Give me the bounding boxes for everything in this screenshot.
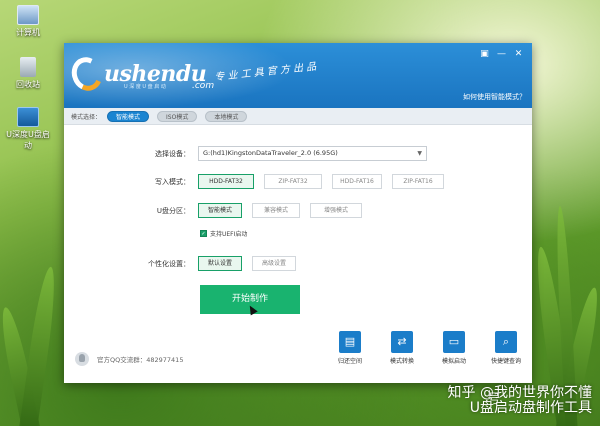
watermark-line1: 知乎 @我的世界你不懂	[447, 385, 592, 401]
write-mode-label: 写入模式：	[155, 177, 190, 186]
logo-com: .com	[192, 81, 215, 91]
qq-icon	[75, 352, 89, 366]
write-mode-row: 写入模式： HDD-FAT32 ZIP-FAT32 HDD-FAT16 ZIP-…	[108, 174, 454, 189]
watermark: 知乎 @我的世界你不懂 U盘启动盘制作工具 号	[448, 386, 592, 416]
storage-icon: ▤	[339, 331, 361, 353]
device-row: 选择设备： G:(hd1)KingstonDataTraveler_2.0 (6…	[108, 146, 427, 161]
convert-icon: ⇄	[391, 331, 413, 353]
tool-label: 快捷键查询	[490, 358, 521, 365]
qq-group: 官方QQ交流群：482977415	[75, 352, 183, 366]
usb-boot-icon	[17, 107, 39, 127]
tool-label: 模式转换	[389, 358, 414, 365]
desktop-icon-label: U深度U盘启动	[6, 130, 50, 150]
app-window: ushendu U 深 度 U 盘 启 动 .com 专 业 工 具 官 方 出…	[64, 43, 532, 383]
tool-label: 模拟启动	[441, 358, 466, 365]
minimize-icon[interactable]: —	[496, 49, 507, 59]
tab-iso-mode[interactable]: ISO模式	[157, 110, 198, 122]
partition-enhanced[interactable]: 增强模式	[310, 203, 362, 218]
qq-text: 官方QQ交流群：482977415	[97, 356, 184, 364]
write-mode-hdd-fat16[interactable]: HDD-FAT16	[332, 174, 382, 189]
mode-bar: 模式选择： 智能模式 ISO模式 本地模式	[64, 108, 532, 125]
window-footer: 官方QQ交流群：482977415 ▤ 归还空间 ⇄ 模式转换 ▭ 模拟启动 ⌕…	[64, 331, 532, 383]
computer-icon	[17, 5, 39, 25]
tool-hotkey-query[interactable]: ⌕ 快捷键查询	[480, 331, 532, 365]
logo-subtitle: U 深 度 U 盘 启 动	[124, 84, 166, 90]
tool-restore-space[interactable]: ▤ 归还空间	[324, 331, 376, 365]
logo-swoosh-icon	[67, 52, 107, 96]
close-icon[interactable]: ✕	[513, 49, 524, 59]
slogan: 专 业 工 具 官 方 出 品	[213, 61, 317, 84]
write-mode-zip-fat16[interactable]: ZIP-FAT16	[392, 174, 444, 189]
partition-label: U盘分区：	[156, 206, 190, 215]
personalize-default[interactable]: 默认设置	[198, 256, 242, 271]
desktop-icon-label: 回收站	[16, 80, 40, 89]
grass-blade	[18, 265, 60, 426]
desktop-icon-recycle-bin[interactable]: 回收站	[4, 57, 52, 90]
desktop-icon-label: 计算机	[16, 28, 40, 37]
help-link[interactable]: 如何使用智能模式？	[463, 92, 526, 102]
chevron-down-icon: ▼	[417, 150, 422, 157]
desktop-icon-computer[interactable]: 计算机	[4, 5, 52, 38]
device-value: G:(hd1)KingstonDataTraveler_2.0 (6.95G)	[203, 149, 338, 157]
partition-row: U盘分区： 智能模式 兼容模式 增强模式	[108, 203, 372, 218]
menu-icon[interactable]: ▣	[479, 49, 490, 59]
uefi-row[interactable]: ✓ 支持UEFI启动	[200, 229, 247, 238]
search-icon: ⌕	[495, 331, 517, 353]
device-label: 选择设备：	[155, 149, 190, 158]
device-select[interactable]: G:(hd1)KingstonDataTraveler_2.0 (6.95G) …	[198, 146, 427, 161]
watermark-line2: U盘启动盘制作工具	[469, 400, 592, 416]
uefi-checkbox[interactable]: ✓	[200, 230, 207, 237]
tool-label: 归还空间	[337, 358, 362, 365]
tool-bar: ▤ 归还空间 ⇄ 模式转换 ▭ 模拟启动 ⌕ 快捷键查询	[324, 331, 532, 365]
uefi-label: 支持UEFI启动	[210, 231, 248, 238]
write-mode-zip-fat32[interactable]: ZIP-FAT32	[264, 174, 322, 189]
write-mode-hdd-fat32[interactable]: HDD-FAT32	[198, 174, 254, 189]
monitor-icon: ▭	[443, 331, 465, 353]
tool-mode-convert[interactable]: ⇄ 模式转换	[376, 331, 428, 365]
tab-local-mode[interactable]: 本地模式	[205, 110, 248, 122]
personalize-label: 个性化设置：	[148, 259, 190, 268]
window-controls: ▣ — ✕	[479, 49, 524, 59]
personalize-row: 个性化设置： 默认设置 高级设置	[108, 256, 306, 271]
mode-label: 模式选择：	[71, 113, 102, 121]
personalize-advanced[interactable]: 高级设置	[252, 256, 296, 271]
window-header: ushendu U 深 度 U 盘 启 动 .com 专 业 工 具 官 方 出…	[64, 43, 532, 108]
tab-smart-mode[interactable]: 智能模式	[107, 110, 150, 122]
desktop-icon-usb-boot[interactable]: U深度U盘启动	[4, 107, 52, 151]
partition-smart[interactable]: 智能模式	[198, 203, 242, 218]
recycle-bin-icon	[20, 57, 36, 77]
watermark-overlay: 号	[487, 392, 501, 407]
partition-compatible[interactable]: 兼容模式	[252, 203, 300, 218]
tool-simulate-boot[interactable]: ▭ 模拟启动	[428, 331, 480, 365]
